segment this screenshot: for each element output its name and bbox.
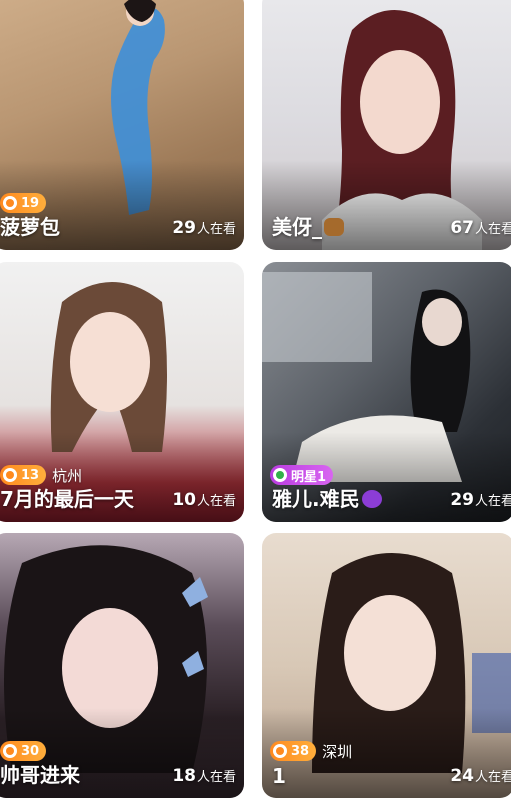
live-card[interactable]: 明星1 雅儿.难民 29 人在看: [262, 262, 511, 522]
streamer-name: 7月的最后一天: [0, 487, 134, 511]
viewer-count: 10 人在看: [172, 490, 236, 510]
city-label: 深圳: [322, 742, 353, 761]
level-badge: 38: [270, 741, 317, 761]
streamer-name: 美伢_: [272, 211, 344, 240]
streamer-name: 菠萝包: [0, 215, 60, 239]
viewer-count: 24 人在看: [450, 766, 511, 786]
live-stream-grid: 19 菠萝包 29 人在看 美伢_ 67 人在看 13 杭州 7月的最后一天 1…: [0, 0, 511, 798]
live-card[interactable]: 30 帅哥进来 18 人在看: [0, 533, 244, 798]
level-badge: 30: [0, 741, 47, 761]
viewer-count: 29 人在看: [172, 218, 236, 238]
level-badge: 19: [0, 193, 47, 213]
live-card[interactable]: 13 杭州 7月的最后一天 10 人在看: [0, 262, 244, 522]
star-level-icon: [273, 468, 287, 482]
bear-emoji-icon: [324, 218, 344, 236]
live-card[interactable]: 美伢_ 67 人在看: [262, 0, 511, 250]
viewer-count: 29 人在看: [450, 490, 511, 510]
level-icon: [3, 468, 17, 482]
level-icon: [3, 196, 17, 210]
level-icon: [3, 744, 17, 758]
badge-row: 38 深圳: [270, 740, 352, 762]
streamer-name: 雅儿.难民: [272, 483, 382, 512]
level-icon: [273, 744, 287, 758]
live-card[interactable]: 38 深圳 1 24 人在看: [262, 533, 511, 798]
viewer-count: 18 人在看: [172, 766, 236, 786]
viewer-count: 67 人在看: [450, 218, 511, 238]
live-card[interactable]: 19 菠萝包 29 人在看: [0, 0, 244, 250]
level-badge: 13: [0, 465, 47, 485]
streamer-name: 帅哥进来: [0, 763, 80, 787]
streamer-name: 1: [272, 764, 286, 788]
capricorn-emoji-icon: [361, 490, 382, 508]
star-badge: 明星1: [270, 465, 334, 485]
